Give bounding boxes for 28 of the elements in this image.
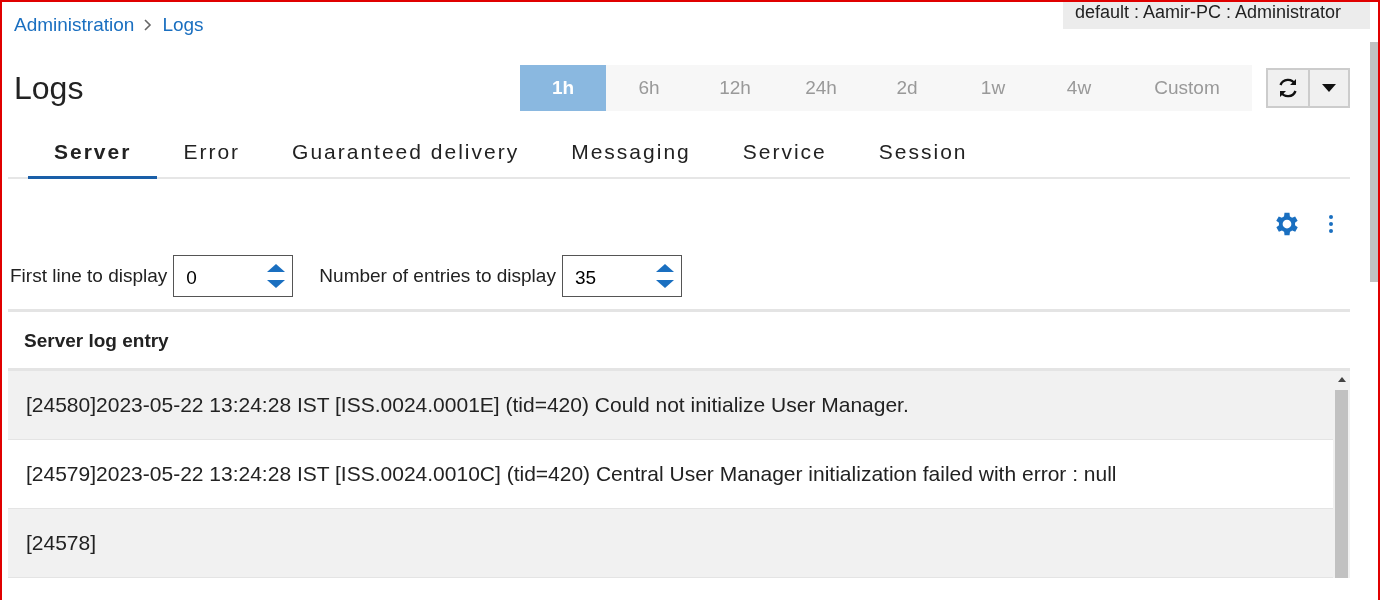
caret-icon [1322,84,1336,92]
log-entry: [24579]2023-05-22 13:24:28 IST [ISS.0024.0010C] (tid=420) Central User Manager initialization failed with error : null [26,462,1117,486]
user-info: default : Aamir-PC : Administrator [1063,2,1370,29]
scrollbar[interactable] [1333,371,1350,578]
tab[interactable]: Session [878,132,968,179]
more-options-icon[interactable] [1328,214,1334,234]
refresh-icon [1276,76,1300,100]
breadcrumb-link[interactable]: Logs [162,14,204,36]
log-entry: [24580]2023-05-22 13:24:28 IST [ISS.0024.0001E] (tid=420) Could not initialize User Manager. [26,393,909,417]
page-title: Logs [14,69,85,107]
tab[interactable]: Service [742,132,827,179]
chevron-right-icon [144,19,153,31]
tab[interactable]: Error [183,132,241,179]
field-label: Number of entries to display [319,265,556,287]
tab[interactable]: Guaranteed delivery [292,132,520,179]
tab[interactable]: Messaging [571,132,691,179]
column-header: Server log entry [23,329,170,353]
number-input[interactable]: 35 [561,255,682,297]
time-range-button[interactable]: 4w [1036,65,1122,111]
scroll-up-icon[interactable] [1337,377,1346,382]
log-entry: [24578] [26,531,97,555]
spinner-arrows-icon[interactable] [267,261,286,291]
page-scrollbar[interactable] [1370,42,1378,282]
number-input[interactable]: 0 [173,255,294,297]
field-label: First line to display [10,265,168,287]
spinner-arrows-icon[interactable] [655,261,674,291]
breadcrumb-link[interactable]: Administration [14,14,135,36]
tab[interactable]: Server [28,132,158,179]
